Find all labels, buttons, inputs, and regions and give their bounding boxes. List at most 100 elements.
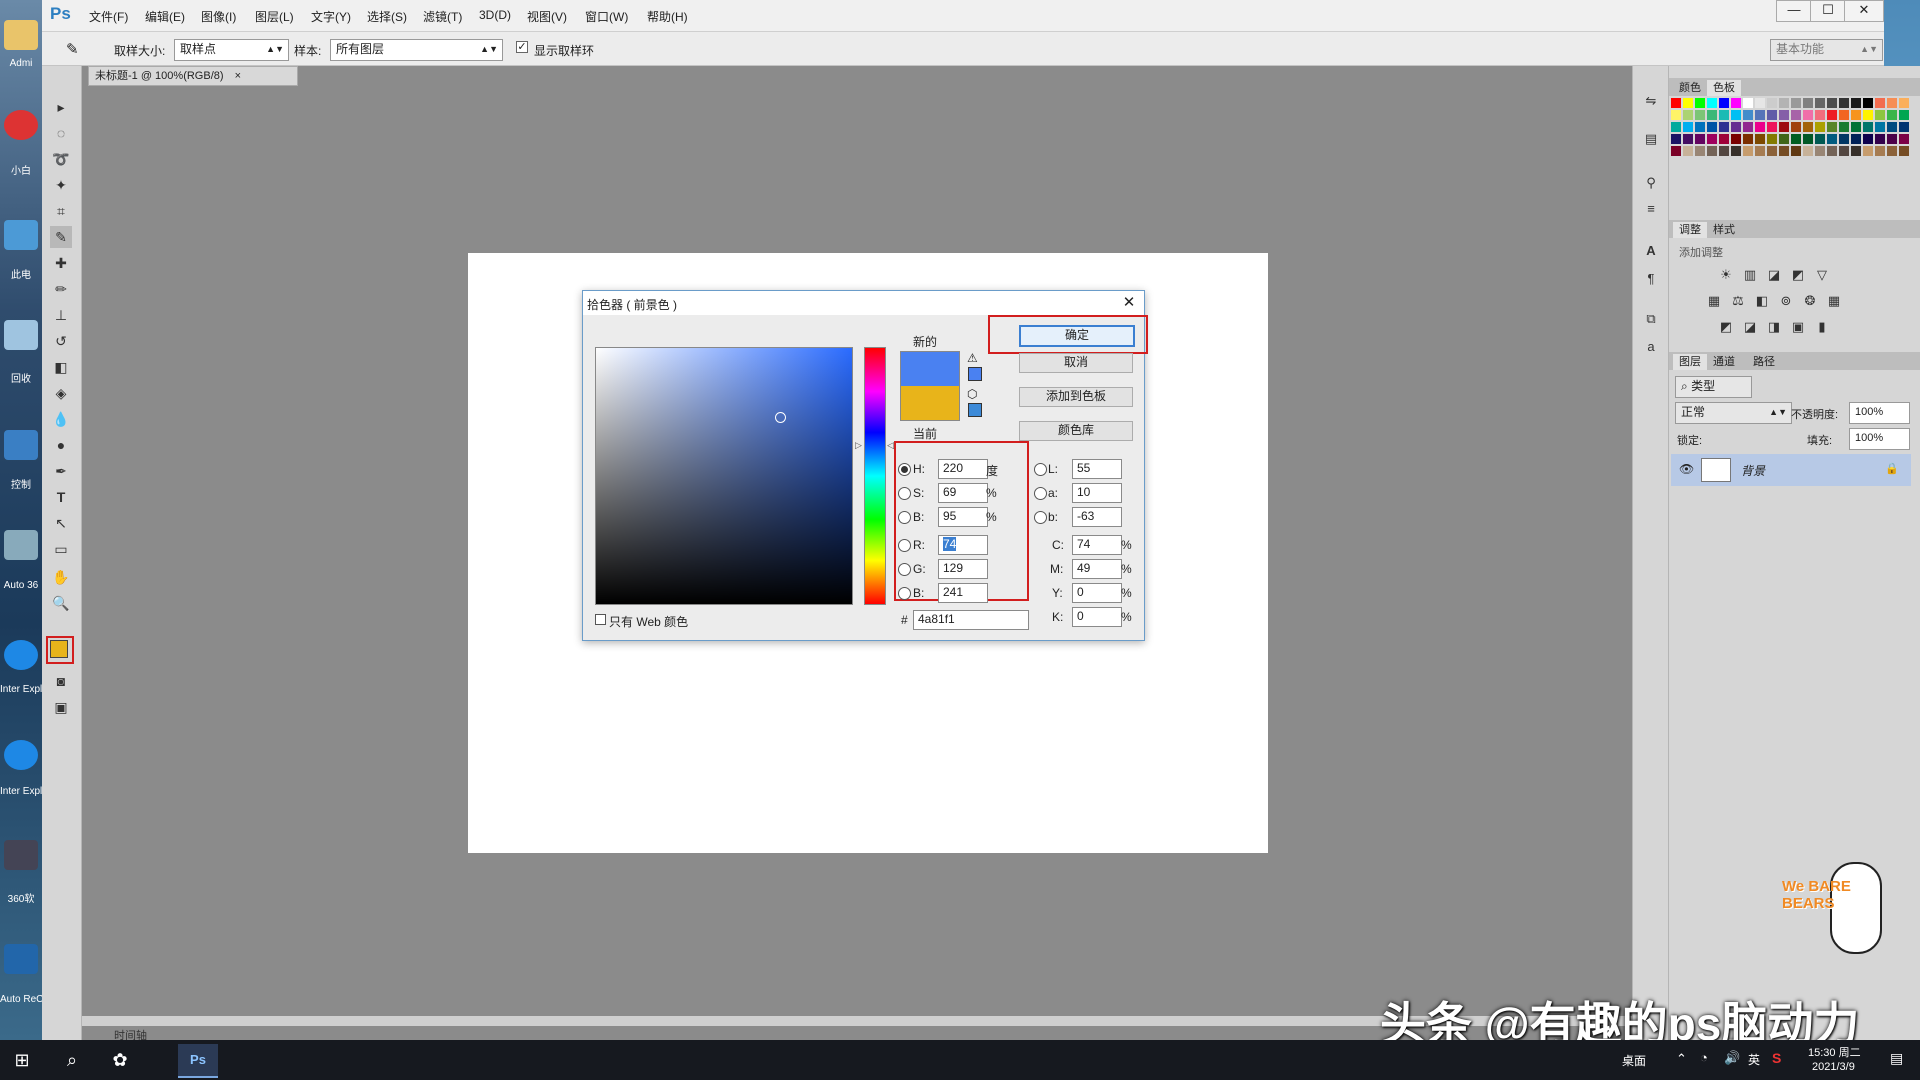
swatch-cell[interactable]: [1671, 110, 1681, 120]
channel-mixer-icon[interactable]: ❂: [1801, 292, 1819, 310]
menu-select[interactable]: 选择(S): [367, 8, 407, 25]
curves-icon[interactable]: ◪: [1765, 266, 1783, 284]
swatch-cell[interactable]: [1755, 134, 1765, 144]
shape-tool-icon[interactable]: ▭: [50, 538, 72, 560]
swatch-cell[interactable]: [1815, 146, 1825, 156]
swatch-cell[interactable]: [1683, 146, 1693, 156]
windows-start-icon[interactable]: ⊞: [6, 1044, 38, 1076]
brush-preset-icon[interactable]: ⚲: [1642, 174, 1660, 192]
tab-adjustments[interactable]: 调整: [1673, 222, 1707, 238]
blur-tool-icon[interactable]: 💧: [50, 408, 72, 430]
color-libraries-button[interactable]: 颜色库: [1019, 421, 1133, 441]
add-to-swatches-button[interactable]: 添加到色板: [1019, 387, 1133, 407]
swatch-cell[interactable]: [1851, 146, 1861, 156]
swatch-cell[interactable]: [1695, 134, 1705, 144]
swatch-cell[interactable]: [1779, 122, 1789, 132]
swatch-cell[interactable]: [1671, 98, 1681, 108]
swatch-cell[interactable]: [1815, 98, 1825, 108]
m-input[interactable]: 49: [1072, 559, 1122, 579]
swatch-cell[interactable]: [1767, 110, 1777, 120]
swatch-cell[interactable]: [1887, 98, 1897, 108]
eyedropper-icon[interactable]: ✎: [66, 40, 79, 58]
swatch-cell[interactable]: [1719, 110, 1729, 120]
glyphs-icon[interactable]: a: [1642, 338, 1660, 356]
close-icon[interactable]: ✕: [1119, 293, 1139, 313]
color-picker-cursor[interactable]: [775, 412, 786, 423]
swatch-cell[interactable]: [1695, 122, 1705, 132]
menu-layer[interactable]: 图层(L): [255, 8, 294, 25]
layer-comps-icon[interactable]: ⧉: [1642, 310, 1660, 328]
swatch-cell[interactable]: [1863, 134, 1873, 144]
menu-image[interactable]: 图像(I): [201, 8, 236, 25]
current-color-swatch[interactable]: [901, 386, 959, 420]
character-icon[interactable]: A: [1642, 242, 1660, 260]
swatch-cell[interactable]: [1899, 146, 1909, 156]
tab-swatches[interactable]: 色板: [1707, 80, 1741, 96]
swatch-cell[interactable]: [1731, 98, 1741, 108]
search-icon[interactable]: ⌕: [56, 1044, 88, 1076]
swatch-cell[interactable]: [1779, 110, 1789, 120]
swatch-cell[interactable]: [1731, 134, 1741, 144]
swatch-cell[interactable]: [1755, 98, 1765, 108]
swatch-cell[interactable]: [1731, 122, 1741, 132]
swatch-cell[interactable]: [1899, 122, 1909, 132]
swatch-cell[interactable]: [1683, 134, 1693, 144]
swatch-cell[interactable]: [1815, 122, 1825, 132]
l-input[interactable]: 55: [1072, 459, 1122, 479]
workspace-select[interactable]: 基本功能 ▲▼: [1770, 39, 1883, 61]
lasso-tool-icon[interactable]: ➰: [50, 148, 72, 170]
sample-size-select[interactable]: 取样点 ▲▼: [174, 39, 289, 61]
l-radio[interactable]: [1034, 463, 1047, 476]
swatch-cell[interactable]: [1755, 146, 1765, 156]
eyedropper-tool-icon[interactable]: ✎: [50, 226, 72, 248]
cancel-button[interactable]: 取消: [1019, 353, 1133, 373]
swatch-cell[interactable]: [1743, 110, 1753, 120]
desktop-icon-app[interactable]: [4, 110, 38, 140]
swatch-cell[interactable]: [1899, 110, 1909, 120]
web-safe-icon[interactable]: ⬡: [967, 387, 977, 401]
web-safe-swatch[interactable]: [968, 403, 982, 417]
swatch-cell[interactable]: [1899, 98, 1909, 108]
swatch-cell[interactable]: [1719, 98, 1729, 108]
swatch-cell[interactable]: [1815, 110, 1825, 120]
swatch-cell[interactable]: [1875, 146, 1885, 156]
quick-mask-icon[interactable]: ◙: [50, 670, 72, 692]
swatch-cell[interactable]: [1839, 98, 1849, 108]
chevron-up-icon[interactable]: ⌃: [1676, 1051, 1687, 1067]
tool-preset-icon[interactable]: ≡: [1642, 200, 1660, 218]
hex-input[interactable]: 4a81f1: [913, 610, 1029, 630]
swatch-cell[interactable]: [1875, 122, 1885, 132]
rgb-b-radio[interactable]: [898, 587, 911, 600]
properties-icon[interactable]: ▤: [1642, 130, 1660, 148]
color-balance-icon[interactable]: ⚖: [1729, 292, 1747, 310]
swatch-cell[interactable]: [1863, 122, 1873, 132]
paint-bucket-tool-icon[interactable]: ◈: [50, 382, 72, 404]
brightness-icon[interactable]: ☀: [1717, 266, 1735, 284]
swatch-cell[interactable]: [1899, 134, 1909, 144]
swatch-cell[interactable]: [1683, 122, 1693, 132]
clock-time[interactable]: 15:30 周二: [1808, 1044, 1861, 1060]
swatch-grid[interactable]: [1671, 98, 1911, 208]
menu-help[interactable]: 帮助(H): [647, 8, 688, 25]
swatch-cell[interactable]: [1791, 110, 1801, 120]
swatch-cell[interactable]: [1851, 122, 1861, 132]
history-icon[interactable]: ⇋: [1642, 92, 1660, 110]
lab-b-radio[interactable]: [1034, 511, 1047, 524]
s-input[interactable]: 69: [938, 483, 988, 503]
swatch-cell[interactable]: [1803, 110, 1813, 120]
tab-channels[interactable]: 通道: [1707, 354, 1741, 370]
c-input[interactable]: 74: [1072, 535, 1122, 555]
swatch-cell[interactable]: [1815, 134, 1825, 144]
swatch-cell[interactable]: [1851, 110, 1861, 120]
swatch-cell[interactable]: [1707, 122, 1717, 132]
swatch-cell[interactable]: [1779, 98, 1789, 108]
menu-view[interactable]: 视图(V): [527, 8, 567, 25]
swatch-cell[interactable]: [1791, 122, 1801, 132]
r-radio[interactable]: [898, 539, 911, 552]
desktop-icon-autorec[interactable]: [4, 944, 38, 974]
swatch-cell[interactable]: [1743, 122, 1753, 132]
swatch-cell[interactable]: [1719, 134, 1729, 144]
web-only-checkbox[interactable]: [595, 614, 606, 625]
swatch-cell[interactable]: [1707, 110, 1717, 120]
swatch-cell[interactable]: [1839, 110, 1849, 120]
